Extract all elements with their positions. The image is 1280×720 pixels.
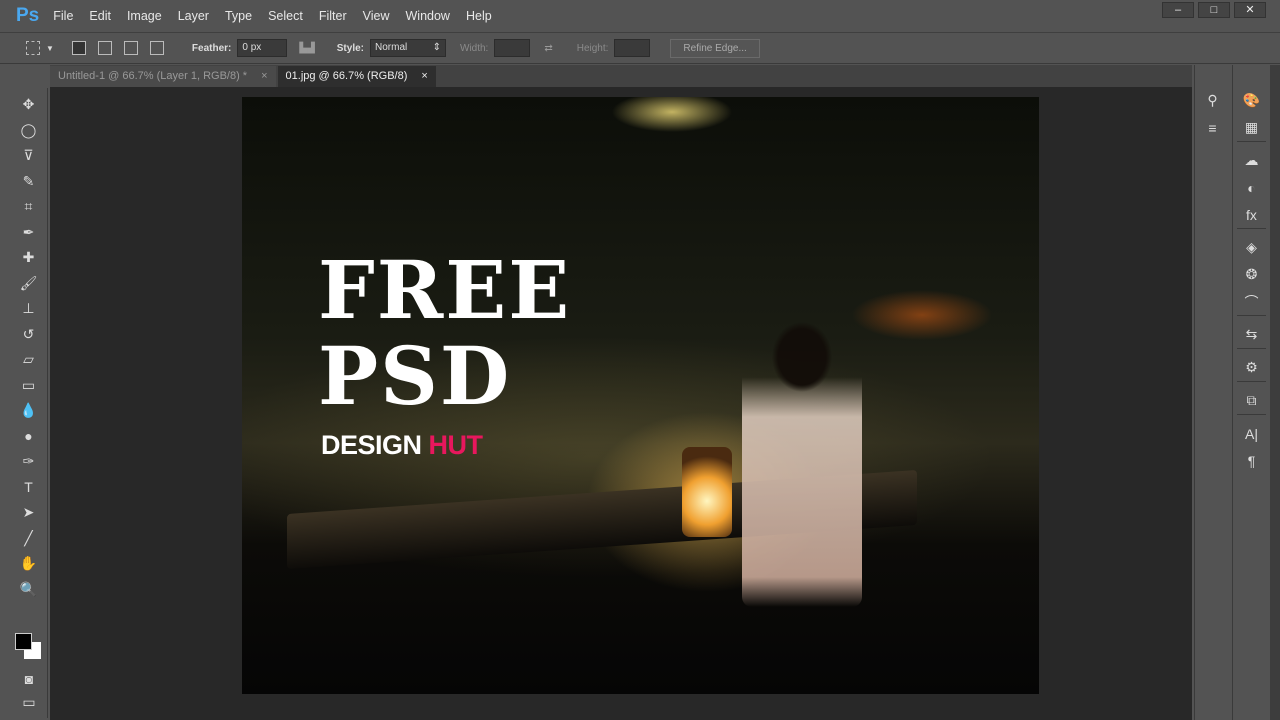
headline-line-1: FREE	[318, 243, 572, 337]
foreground-color[interactable]	[15, 633, 32, 650]
style-select[interactable]: Normal ⇕	[370, 39, 446, 57]
polygonal-lasso-tool-icon[interactable]: ⊽	[10, 143, 47, 169]
tab-untitled-1[interactable]: Untitled-1 @ 66.7% (Layer 1, RGB/8) * ×	[50, 66, 276, 87]
pen-tool-icon[interactable]: ✑	[10, 449, 47, 475]
type-tool-icon[interactable]: T	[10, 475, 47, 501]
quick-mask-icon[interactable]: ◙	[10, 666, 48, 692]
menu-view[interactable]: View	[363, 9, 390, 23]
scrollbar[interactable]	[1270, 65, 1280, 720]
paragraph-panel-icon[interactable]: ¶	[1233, 447, 1270, 474]
adjust-panel-icon[interactable]: ≡	[1195, 114, 1230, 141]
brush-tool-icon[interactable]: 🖌	[10, 271, 47, 297]
menu-window[interactable]: Window	[406, 9, 450, 23]
minimize-button[interactable]: –	[1162, 2, 1194, 18]
menu-edit[interactable]: Edit	[89, 9, 111, 23]
collapsed-panel-dock-1: ⚲ ≡	[1194, 65, 1230, 720]
clone-stamp-tool-icon[interactable]: ⊥	[10, 296, 47, 322]
width-input[interactable]	[494, 39, 531, 57]
canvas-area[interactable]: FREE PSD DESIGN HUT	[50, 87, 1192, 720]
collapsed-panel-dock-2: 🎨 ▦ ☁ ◐ fx ◈ ❂ ⌒ ⇆ ⚙ ⧉ A| ¶	[1232, 65, 1270, 720]
updown-icon: ⇕	[432, 42, 441, 53]
tagline-design: DESIGN	[321, 430, 429, 460]
menu-file[interactable]: File	[53, 9, 73, 23]
menu-filter[interactable]: Filter	[319, 9, 347, 23]
new-selection-icon[interactable]	[71, 41, 86, 55]
blur-tool-icon[interactable]: 💧	[10, 398, 47, 424]
swatches-panel-icon[interactable]: ▦	[1233, 114, 1270, 141]
close-tab-icon[interactable]: ×	[261, 70, 267, 83]
photoshop-logo: Ps	[16, 5, 40, 26]
girl	[742, 317, 862, 607]
properties-panel-icon[interactable]: ⚙	[1233, 354, 1270, 381]
style-value: Normal	[375, 42, 408, 53]
style-label: Style:	[336, 42, 364, 54]
lantern	[682, 447, 732, 537]
intersect-selection-icon[interactable]	[149, 41, 164, 55]
menu-select[interactable]: Select	[268, 9, 303, 23]
screen-mode-icon[interactable]: ▭	[10, 690, 48, 716]
headline-line-2: PSD	[318, 329, 512, 423]
menu-type[interactable]: Type	[225, 9, 252, 23]
document-image[interactable]: FREE PSD DESIGN HUT	[242, 97, 1039, 694]
add-selection-icon[interactable]	[97, 41, 112, 55]
close-tab-icon[interactable]: ×	[421, 70, 427, 83]
hand-tool-icon[interactable]: ✋	[10, 551, 47, 577]
rect-marquee-icon[interactable]	[26, 41, 40, 55]
eraser-tool-icon[interactable]: ▱	[10, 347, 47, 373]
clone-source-panel-icon[interactable]: ⧉	[1233, 387, 1270, 414]
history-panel-icon[interactable]: ⇆	[1233, 321, 1270, 348]
line-tool-icon[interactable]: ╱	[10, 526, 47, 552]
layers-panel-icon[interactable]: ◈	[1233, 234, 1270, 261]
menu-help[interactable]: Help	[466, 9, 492, 23]
tab-label: 01.jpg @ 66.7% (RGB/8)	[285, 70, 408, 82]
adjustments-panel-icon[interactable]: ◐	[1233, 174, 1270, 201]
healing-brush-tool-icon[interactable]: ✚	[10, 245, 47, 271]
character-panel-icon[interactable]: A|	[1233, 420, 1270, 447]
channels-panel-icon[interactable]: ❂	[1233, 261, 1270, 288]
path-selection-tool-icon[interactable]: ➤	[10, 500, 47, 526]
color-panel-icon[interactable]: 🎨	[1233, 87, 1270, 114]
headline: FREE PSD	[318, 247, 571, 419]
move-tool-icon[interactable]: ✥	[10, 92, 47, 118]
width-label: Width:	[460, 42, 489, 54]
paths-panel-icon[interactable]: ⌒	[1233, 288, 1270, 315]
feather-input[interactable]: 0 px	[237, 39, 288, 57]
menu-layer[interactable]: Layer	[178, 9, 209, 23]
libraries-panel-icon[interactable]: ☁	[1233, 147, 1270, 174]
chevron-down-icon[interactable]: ▼	[46, 44, 54, 53]
options-bar: ▼ Feather: 0 px ▙▟ Style: Normal ⇕ Width:…	[0, 32, 1280, 64]
menu-image[interactable]: Image	[127, 9, 162, 23]
history-brush-tool-icon[interactable]: ↺	[10, 322, 47, 348]
feather-label: Feather:	[191, 42, 232, 54]
close-button[interactable]: ✕	[1234, 2, 1266, 18]
tagline: DESIGN HUT	[321, 430, 483, 461]
maximize-button[interactable]: □	[1198, 2, 1230, 18]
tools-panel: ✥ ◯ ⊽ ✎ ⌗ ✒ ✚ 🖌 ⊥ ↺ ▱ ▭ 💧 ● ✑ T ➤ ╱ ✋ 🔍 ◙ ▭	[10, 88, 48, 718]
height-label: Height:	[576, 42, 609, 54]
tagline-hut: HUT	[428, 430, 484, 460]
zoom-tool-icon[interactable]: 🔍	[10, 577, 47, 603]
swap-icon[interactable]: ⇄	[544, 43, 552, 54]
brush-presets-panel-icon[interactable]: ⚲	[1195, 87, 1230, 114]
gradient-tool-icon[interactable]: ▭	[10, 373, 47, 399]
ellipse-marquee-tool-icon[interactable]: ◯	[10, 118, 47, 144]
quick-selection-tool-icon[interactable]: ✎	[10, 169, 47, 195]
anti-alias-icon[interactable]: ▙▟	[299, 43, 314, 54]
refine-edge-button[interactable]: Refine Edge...	[670, 38, 760, 58]
document-tabs: Untitled-1 @ 66.7% (Layer 1, RGB/8) * × 0…	[50, 65, 1192, 87]
subtract-selection-icon[interactable]	[123, 41, 138, 55]
height-input[interactable]	[614, 39, 651, 57]
tab-label: Untitled-1 @ 66.7% (Layer 1, RGB/8) *	[58, 70, 248, 82]
eyedropper-tool-icon[interactable]: ✒	[10, 220, 47, 246]
dodge-tool-icon[interactable]: ●	[10, 424, 47, 450]
crop-tool-icon[interactable]: ⌗	[10, 194, 47, 220]
tab-01-jpg[interactable]: 01.jpg @ 66.7% (RGB/8) ×	[277, 66, 436, 87]
menu-bar: Ps File Edit Image Layer Type Select Filter Vie…	[0, 0, 1280, 32]
styles-panel-icon[interactable]: fx	[1233, 201, 1270, 228]
